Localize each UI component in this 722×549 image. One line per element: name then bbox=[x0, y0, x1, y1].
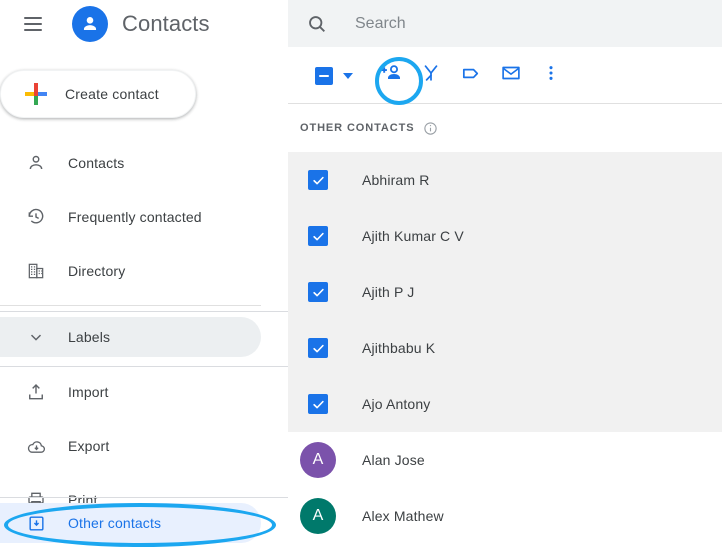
person-avatar-icon bbox=[72, 6, 108, 42]
contact-row-lead: A bbox=[300, 498, 336, 534]
sidebar-item-directory[interactable]: Directory bbox=[0, 251, 288, 291]
chevron-down-icon bbox=[24, 325, 48, 349]
avatar[interactable]: A bbox=[300, 498, 336, 534]
select-all-checkbox[interactable] bbox=[315, 66, 333, 85]
sidebar-item-label: Import bbox=[68, 384, 109, 400]
contact-row-lead bbox=[300, 274, 336, 310]
google-plus-icon bbox=[25, 83, 47, 105]
page-title: Contacts bbox=[122, 11, 210, 36]
contact-row[interactable]: Ajith P J bbox=[288, 264, 722, 320]
contact-row-lead: A bbox=[300, 442, 336, 478]
sidebar-divider-2 bbox=[0, 311, 288, 312]
contact-checkbox-checked[interactable] bbox=[308, 338, 328, 358]
contact-row[interactable]: A Alan Jose bbox=[288, 432, 722, 488]
checkbox-indeterminate-icon bbox=[315, 66, 333, 85]
contact-name: Ajith Kumar C V bbox=[362, 228, 464, 244]
main-panel: OTHER CONTACTS Abhiram RAjith Kumar C VA… bbox=[288, 0, 722, 549]
label-tag-icon bbox=[460, 62, 483, 90]
sidebar-item-import[interactable]: Import bbox=[0, 372, 288, 412]
manage-labels-button[interactable] bbox=[451, 56, 491, 96]
contact-checkbox-checked[interactable] bbox=[308, 394, 328, 414]
info-circle-icon[interactable] bbox=[423, 121, 438, 136]
merge-button[interactable] bbox=[411, 56, 451, 96]
app-header: Contacts bbox=[0, 0, 288, 48]
contacts-app-window: Contacts Create contact Contacts Frequen… bbox=[0, 0, 722, 549]
create-contact-button[interactable]: Create contact bbox=[0, 70, 196, 118]
contact-row[interactable]: A Alex Mathew bbox=[288, 488, 722, 544]
search-bar[interactable] bbox=[288, 0, 722, 47]
contact-row[interactable]: Ajo Antony bbox=[288, 376, 722, 432]
section-header-other-contacts: OTHER CONTACTS bbox=[288, 104, 722, 152]
sidebar-item-label: Frequently contacted bbox=[68, 209, 202, 225]
sidebar-item-contacts[interactable]: Contacts bbox=[0, 143, 288, 183]
sidebar-divider-1 bbox=[0, 305, 261, 306]
contact-row-lead bbox=[300, 218, 336, 254]
contact-name: Ajithbabu K bbox=[362, 340, 436, 356]
more-vertical-icon bbox=[541, 63, 561, 88]
contact-name: Ajith P J bbox=[362, 284, 415, 300]
add-to-contacts-button[interactable] bbox=[371, 56, 411, 96]
contact-checkbox-checked[interactable] bbox=[308, 170, 328, 190]
other-contacts-icon bbox=[24, 511, 48, 535]
email-envelope-icon bbox=[500, 62, 522, 89]
sidebar-item-label: Directory bbox=[68, 263, 126, 279]
sidebar-item-other-contacts[interactable]: Other contacts bbox=[0, 503, 261, 543]
sidebar-item-export[interactable]: Export bbox=[0, 426, 288, 466]
contact-row[interactable]: Ajithbabu K bbox=[288, 320, 722, 376]
sidebar-divider-4 bbox=[0, 497, 288, 498]
more-options-button[interactable] bbox=[531, 56, 571, 96]
contacts-list: Abhiram R Ajith Kumar C V Ajith P J Ajithba… bbox=[288, 152, 722, 544]
contact-name: Alan Jose bbox=[362, 452, 425, 468]
sidebar-item-label: Other contacts bbox=[68, 515, 162, 531]
search-icon bbox=[306, 13, 328, 35]
contact-row-lead bbox=[300, 386, 336, 422]
contact-row[interactable]: Ajith Kumar C V bbox=[288, 208, 722, 264]
person-add-icon bbox=[379, 61, 403, 90]
sidebar-divider-3 bbox=[0, 366, 288, 367]
upload-icon bbox=[24, 380, 48, 404]
building-icon bbox=[24, 259, 48, 283]
selection-toolbar bbox=[288, 47, 722, 104]
create-contact-label: Create contact bbox=[65, 86, 159, 102]
contact-checkbox-checked[interactable] bbox=[308, 226, 328, 246]
contact-row[interactable]: Abhiram R bbox=[288, 152, 722, 208]
sidebar-item-label: Labels bbox=[68, 329, 111, 345]
sidebar-item-label: Export bbox=[68, 438, 110, 454]
contact-checkbox-checked[interactable] bbox=[308, 282, 328, 302]
section-title: OTHER CONTACTS bbox=[300, 122, 415, 134]
contact-name: Alex Mathew bbox=[362, 508, 444, 524]
search-input[interactable] bbox=[355, 14, 685, 33]
hamburger-menu-icon[interactable] bbox=[24, 12, 48, 36]
contact-name: Ajo Antony bbox=[362, 396, 431, 412]
avatar[interactable]: A bbox=[300, 442, 336, 478]
history-clock-icon bbox=[24, 205, 48, 229]
contact-name: Abhiram R bbox=[362, 172, 430, 188]
sidebar-item-frequently-contacted[interactable]: Frequently contacted bbox=[0, 197, 288, 237]
merge-icon bbox=[420, 62, 442, 89]
contact-row-lead bbox=[300, 162, 336, 198]
sidebar-item-labels[interactable]: Labels bbox=[0, 317, 261, 357]
contact-row-lead bbox=[300, 330, 336, 366]
sidebar: Contacts Create contact Contacts Frequen… bbox=[0, 0, 288, 549]
person-outline-icon bbox=[24, 151, 48, 175]
cloud-download-icon bbox=[24, 434, 48, 458]
dropdown-caret-icon[interactable] bbox=[343, 72, 353, 79]
sidebar-item-label: Contacts bbox=[68, 155, 125, 171]
send-email-button[interactable] bbox=[491, 56, 531, 96]
